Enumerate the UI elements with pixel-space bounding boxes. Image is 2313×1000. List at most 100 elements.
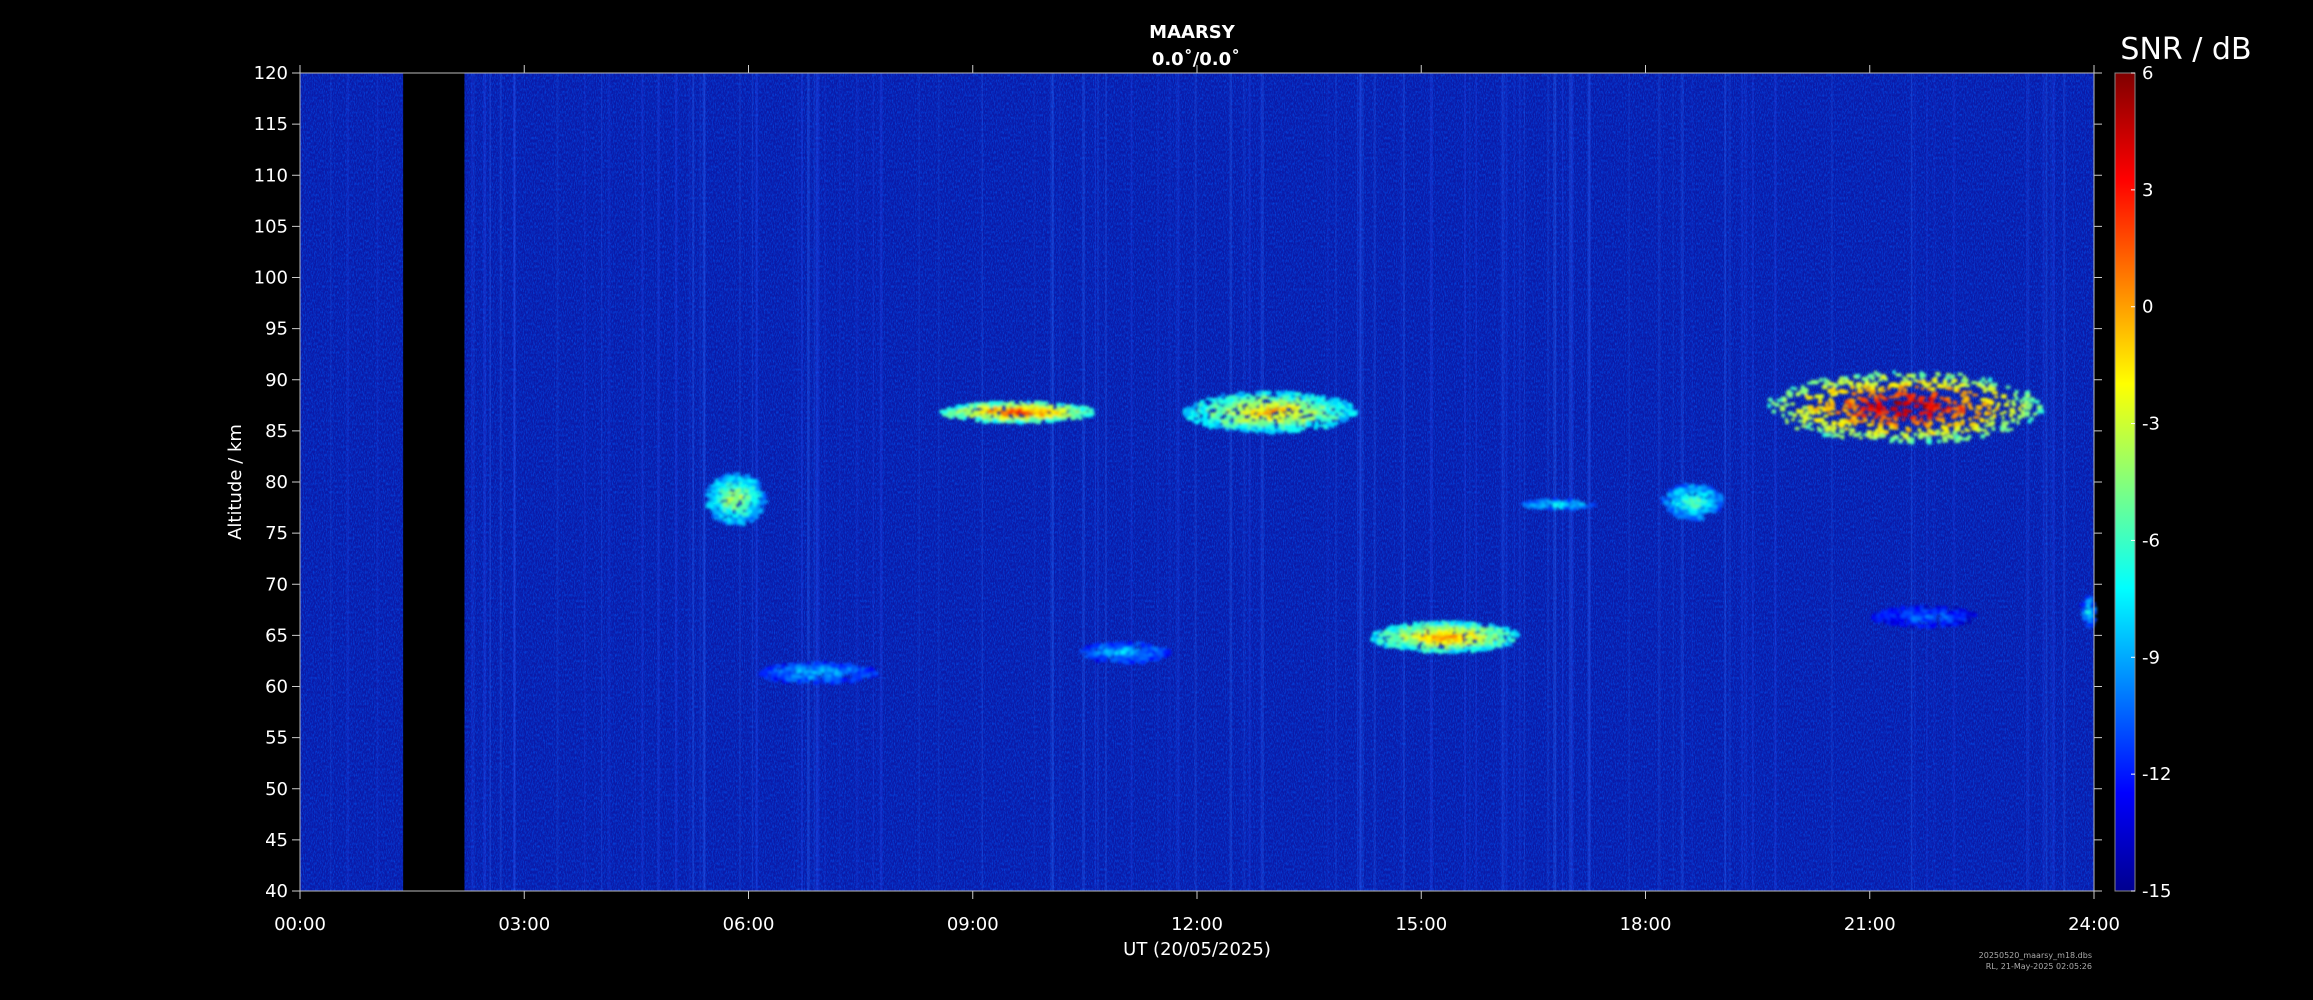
echo-pixel	[1446, 641, 1452, 646]
echo-pixel	[963, 416, 967, 421]
noise-stripe	[1229, 73, 1233, 891]
echo-pixel	[1832, 426, 1837, 430]
echo-pixel	[1311, 411, 1317, 415]
echo-pixel	[1971, 421, 1976, 425]
noise-stripe	[1830, 73, 1833, 891]
echo-pixel	[2081, 609, 2085, 613]
echo-pixel	[783, 669, 789, 674]
echo-pixel	[1377, 629, 1382, 633]
echo-pixel	[1717, 507, 1722, 511]
echo-pixel	[1928, 381, 1932, 386]
echo-pixel	[1348, 411, 1354, 415]
echo-pixel	[1943, 615, 1949, 619]
noise-stripe	[1745, 73, 1748, 891]
colorbar-gradient	[2114, 72, 2136, 892]
echo-pixel	[1265, 426, 1271, 430]
echo-pixel	[1879, 429, 1886, 434]
echo-pixel	[1825, 401, 1829, 406]
echo-pixel	[1916, 616, 1921, 621]
echo-pixel	[2032, 412, 2038, 416]
noise-stripe	[692, 73, 695, 891]
noise-stripe	[1728, 73, 1732, 891]
echo-pixel	[1853, 407, 1857, 412]
echo-pixel	[1232, 415, 1238, 420]
echo-pixel	[1320, 419, 1324, 423]
echo-pixel	[1414, 642, 1419, 646]
echo-pixel	[1282, 402, 1287, 405]
echo-pixel	[712, 510, 717, 514]
echo-pixel	[1407, 626, 1412, 631]
echo-pixel	[1891, 607, 1898, 611]
echo-pixel	[1696, 490, 1701, 496]
noise-stripe	[1505, 73, 1508, 891]
echo-pixel	[1967, 619, 1971, 624]
echo-pixel	[707, 488, 712, 491]
echo-pixel	[725, 508, 730, 512]
echo-pixel	[1935, 402, 1939, 406]
echo-pixel	[795, 664, 802, 668]
echo-pixel	[1926, 416, 1933, 420]
noise-stripe	[1326, 73, 1329, 891]
echo-pixel	[1959, 413, 1964, 418]
echo-pixel	[1226, 415, 1230, 418]
echo-pixel	[1247, 400, 1252, 404]
echo-pixel	[1279, 401, 1283, 407]
echo-pixel	[724, 491, 728, 496]
echo-pixel	[1259, 404, 1263, 409]
echo-pixel	[1682, 485, 1689, 488]
echo-pixel	[1708, 506, 1713, 511]
echo-pixel	[1553, 503, 1559, 508]
echo-pixel	[1345, 405, 1350, 409]
noise-stripe	[1429, 73, 1433, 891]
noise-stripe	[2042, 73, 2045, 891]
noise-stripe	[1335, 73, 1337, 891]
echo-pixel	[706, 493, 713, 497]
echo-pixel	[1135, 642, 1139, 647]
echo-pixel	[1945, 409, 1952, 413]
echo-pixel	[1971, 381, 1978, 385]
echo-pixel	[1801, 385, 1805, 389]
echo-pixel	[1891, 406, 1898, 412]
echo-pixel	[1829, 399, 1834, 402]
echo-pixel	[1848, 380, 1854, 386]
echo-pixel	[1666, 493, 1672, 497]
echo-pixel	[1915, 420, 1920, 424]
echo-pixel	[1821, 422, 1827, 427]
echo-pixel	[1341, 401, 1348, 406]
echo-pixel	[802, 666, 806, 671]
echo-pixel	[1471, 645, 1476, 650]
echo-pixel	[1877, 387, 1882, 392]
echo-pixel	[1700, 498, 1706, 501]
echo-pixel	[830, 680, 835, 685]
echo-pixel	[1331, 405, 1336, 409]
echo-pixel	[1697, 508, 1703, 513]
echo-pixel	[1979, 417, 1984, 422]
echo-pixel	[852, 665, 858, 669]
echo-pixel	[1440, 626, 1446, 630]
echo-pixel	[1080, 407, 1086, 412]
echo-pixel	[1005, 407, 1011, 411]
echo-pixel	[1897, 401, 1902, 405]
echo-pixel	[1829, 382, 1835, 386]
echo-pixel	[1383, 632, 1388, 636]
echo-pixel	[818, 662, 823, 666]
echo-pixel	[1092, 657, 1096, 660]
echo-pixel	[1931, 378, 1938, 382]
echo-pixel	[753, 511, 759, 515]
echo-pixel	[1246, 393, 1252, 397]
echo-pixel	[1857, 396, 1861, 400]
echo-pixel	[1415, 626, 1422, 631]
echo-pixel	[1372, 635, 1377, 638]
echo-pixel	[1922, 373, 1927, 378]
echo-pixel	[1213, 404, 1219, 409]
echo-pixel	[1391, 637, 1395, 641]
x-tick-label: 00:00	[274, 914, 326, 935]
noise-stripe	[2052, 73, 2055, 891]
echo-pixel	[1673, 490, 1678, 496]
echo-pixel	[1682, 508, 1688, 513]
echo-pixel	[1684, 496, 1690, 501]
echo-pixel	[1029, 408, 1033, 413]
echo-pixel	[1827, 428, 1833, 432]
echo-pixel	[1873, 397, 1880, 402]
noise-stripe	[1570, 73, 1574, 891]
